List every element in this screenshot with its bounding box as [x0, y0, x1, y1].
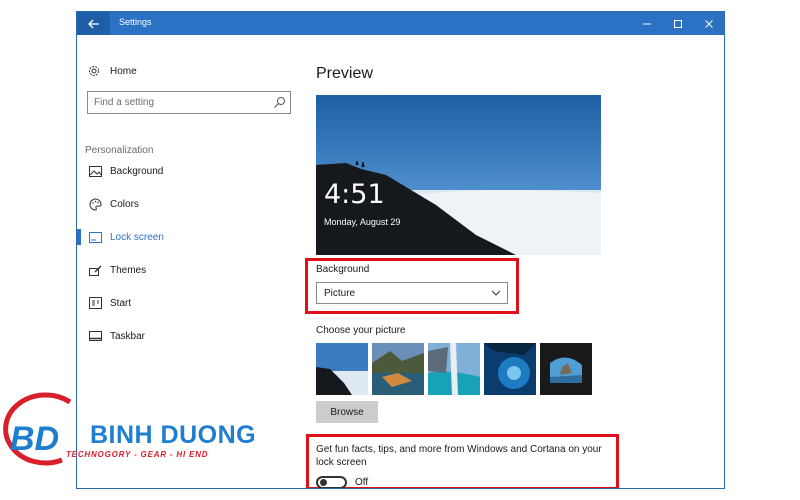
selection-indicator	[77, 229, 81, 245]
search-box	[87, 91, 291, 114]
sidebar-item-label: Themes	[110, 264, 147, 276]
sidebar-item-taskbar[interactable]: Taskbar	[77, 324, 301, 348]
start-menu-icon	[88, 296, 102, 310]
screenshot: Settings Home Perso	[0, 0, 800, 500]
fun-facts-toggle[interactable]	[316, 476, 347, 488]
preview-landscape-image	[316, 95, 601, 255]
svg-text:BD: BD	[10, 420, 59, 458]
search-input[interactable]	[88, 92, 268, 113]
background-dropdown[interactable]: Picture	[316, 282, 508, 304]
sidebar-item-themes[interactable]: Themes	[77, 258, 301, 282]
main-content: Preview 4:51 Monday, August 29 Backgroun…	[301, 35, 724, 488]
minimize-button[interactable]	[631, 12, 662, 35]
toggle-state-label: Off	[355, 477, 369, 488]
lock-screen-preview: 4:51 Monday, August 29	[316, 95, 601, 255]
preview-time: 4:51	[324, 179, 385, 210]
chevron-down-icon	[491, 290, 501, 296]
lock-screen-icon	[88, 230, 102, 244]
taskbar-icon	[88, 329, 102, 343]
picture-thumbnail[interactable]	[484, 343, 536, 395]
close-button[interactable]	[693, 12, 724, 35]
window-controls	[631, 12, 724, 35]
sidebar-item-lock-screen[interactable]: Lock screen	[77, 225, 301, 249]
sidebar-item-background[interactable]: Background	[77, 159, 301, 183]
home-label: Home	[110, 65, 137, 77]
preview-heading: Preview	[316, 65, 373, 82]
watermark-brand: BINH DUONG	[90, 421, 257, 449]
sidebar-item-label: Lock screen	[110, 231, 164, 243]
browse-button[interactable]: Browse	[316, 401, 378, 423]
sidebar-item-label: Colors	[110, 198, 139, 210]
sidebar-item-start[interactable]: Start	[77, 291, 301, 315]
sidebar-item-label: Start	[110, 297, 132, 309]
sidebar-item-label: Taskbar	[110, 330, 146, 342]
gear-icon	[89, 66, 99, 76]
preview-date: Monday, August 29	[324, 217, 401, 227]
fun-facts-label: Get fun facts, tips, and more from Windo…	[316, 444, 602, 468]
brush-icon	[88, 263, 102, 277]
watermark-logo: BD BINH DUONG TECHNOGORY - GEAR - HI END	[0, 388, 260, 468]
fun-facts-toggle-row: Off	[316, 476, 369, 488]
background-label: Background	[316, 264, 370, 275]
title-bar: Settings	[77, 12, 724, 35]
background-dropdown-value: Picture	[324, 287, 356, 299]
picture-thumbnail[interactable]	[540, 343, 592, 395]
sidebar-item-label: Background	[110, 165, 164, 177]
maximize-button[interactable]	[662, 12, 693, 35]
section-heading: Personalization	[85, 145, 154, 156]
sidebar-item-colors[interactable]: Colors	[77, 192, 301, 216]
choose-picture-label: Choose your picture	[316, 325, 406, 336]
search-icon[interactable]	[273, 96, 286, 109]
picture-thumbnail[interactable]	[428, 343, 480, 395]
picture-icon	[88, 164, 102, 178]
watermark-tagline: TECHNOGORY - GEAR - HI END	[66, 450, 209, 459]
picture-thumbnails	[316, 343, 596, 395]
back-button[interactable]	[77, 12, 110, 35]
palette-icon	[88, 197, 102, 211]
back-arrow-icon	[87, 19, 99, 28]
maximize-icon	[673, 19, 682, 28]
picture-thumbnail[interactable]	[372, 343, 424, 395]
window-title: Settings	[119, 17, 152, 27]
home-link[interactable]: Home	[88, 65, 137, 77]
close-icon	[704, 19, 713, 28]
minimize-icon	[642, 23, 651, 24]
picture-thumbnail[interactable]	[316, 343, 368, 395]
toggle-knob	[320, 479, 327, 486]
